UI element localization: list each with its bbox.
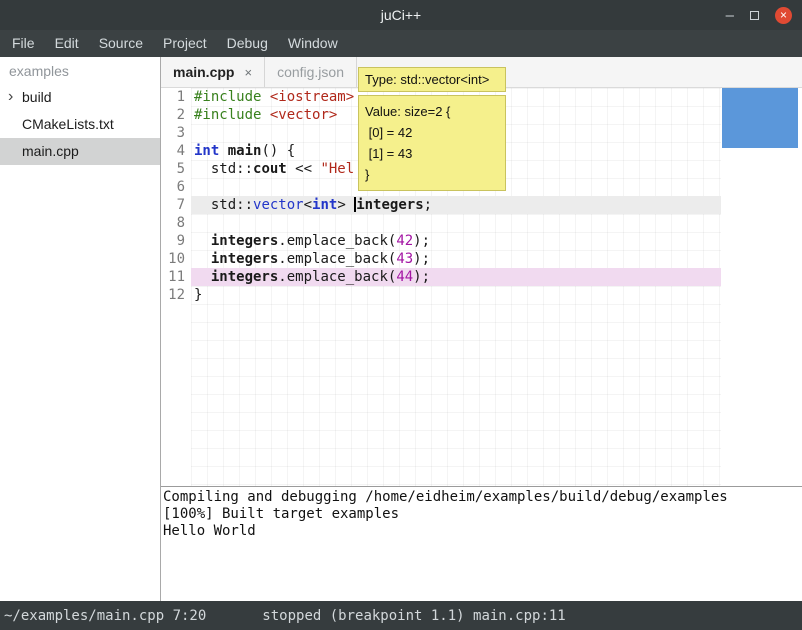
line-number[interactable]: 5 (161, 160, 185, 178)
menu-item-source[interactable]: Source (89, 30, 153, 57)
code-line[interactable]: std::vector<int> integers; (191, 196, 721, 214)
sidebar-item-build[interactable]: › build (0, 84, 160, 111)
sidebar-item-label: main.cpp (22, 143, 79, 159)
tab-config-json[interactable]: config.json (265, 57, 357, 87)
maximize-icon[interactable] (750, 11, 759, 20)
code-line[interactable] (191, 214, 721, 232)
line-number[interactable]: 10 (161, 250, 185, 268)
code-line[interactable]: integers.emplace_back(44); (191, 268, 721, 286)
menu-item-debug[interactable]: Debug (217, 30, 278, 57)
status-file-position: ~/examples/main.cpp 7:20 (4, 608, 206, 624)
menu-item-file[interactable]: File (2, 30, 45, 57)
tab-main-cpp[interactable]: main.cpp × (161, 57, 265, 87)
menubar: FileEditSourceProjectDebugWindow (0, 30, 802, 57)
sidebar-item-cmakelists-txt[interactable]: CMakeLists.txt (0, 111, 160, 138)
terminal-line: Compiling and debugging /home/eidheim/ex… (163, 489, 800, 506)
sidebar-list: › build CMakeLists.txt main.cpp (0, 84, 160, 165)
value-tooltip-line: [1] = 43 (365, 143, 499, 164)
close-icon[interactable]: × (775, 7, 792, 24)
terminal-line: [100%] Built target examples (163, 506, 800, 523)
menu-item-project[interactable]: Project (153, 30, 217, 57)
value-tooltip-line: } (365, 164, 499, 185)
menu-item-edit[interactable]: Edit (45, 30, 89, 57)
scroll-map[interactable] (721, 88, 802, 486)
window-controls: – × (726, 0, 792, 30)
menu-item-window[interactable]: Window (278, 30, 348, 57)
sidebar-item-label: CMakeLists.txt (22, 116, 114, 132)
value-tooltip: Value: size=2 { [0] = 42 [1] = 43} (358, 95, 506, 191)
tab-close-icon[interactable]: × (244, 65, 252, 80)
line-number[interactable]: 1 (161, 88, 185, 106)
titlebar[interactable]: juCi++ – × (0, 0, 802, 30)
line-number[interactable]: 6 (161, 178, 185, 196)
value-tooltip-line: [0] = 42 (365, 122, 499, 143)
file-tree-sidebar: examples › build CMakeLists.txt main.cpp (0, 57, 161, 601)
line-number[interactable]: 3 (161, 124, 185, 142)
statusbar: ~/examples/main.cpp 7:20 stopped (breakp… (0, 601, 802, 630)
terminal-line: Hello World (163, 523, 800, 540)
terminal-output[interactable]: Compiling and debugging /home/eidheim/ex… (161, 486, 802, 601)
line-number[interactable]: 11 (161, 268, 185, 286)
line-number[interactable]: 9 (161, 232, 185, 250)
tab-label: config.json (277, 64, 344, 80)
expander-icon[interactable]: › (8, 83, 13, 110)
line-number[interactable]: 12 (161, 286, 185, 304)
code-line[interactable]: } (191, 286, 721, 304)
scroll-map-thumb[interactable] (722, 88, 798, 148)
sidebar-item-main-cpp[interactable]: main.cpp (0, 138, 160, 165)
status-debug-state: stopped (breakpoint 1.1) main.cpp:11 (262, 608, 565, 624)
line-number[interactable]: 8 (161, 214, 185, 232)
app-window: juCi++ – × FileEditSourceProjectDebugWin… (0, 0, 802, 630)
minimize-icon[interactable]: – (726, 8, 734, 23)
code-line[interactable]: integers.emplace_back(42); (191, 232, 721, 250)
window-title: juCi++ (0, 0, 802, 30)
tab-label: main.cpp (173, 64, 234, 80)
type-tooltip-text: Type: std::vector<int> (365, 72, 489, 87)
sidebar-item-label: build (22, 89, 52, 105)
value-tooltip-line: Value: size=2 { (365, 101, 499, 122)
line-number[interactable]: 7 (161, 196, 185, 214)
type-tooltip: Type: std::vector<int> (358, 67, 506, 92)
line-number-gutter[interactable]: 123456789101112 (161, 88, 191, 486)
line-number[interactable]: 4 (161, 142, 185, 160)
code-line[interactable]: integers.emplace_back(43); (191, 250, 721, 268)
project-name-header: examples (0, 57, 160, 84)
line-number[interactable]: 2 (161, 106, 185, 124)
